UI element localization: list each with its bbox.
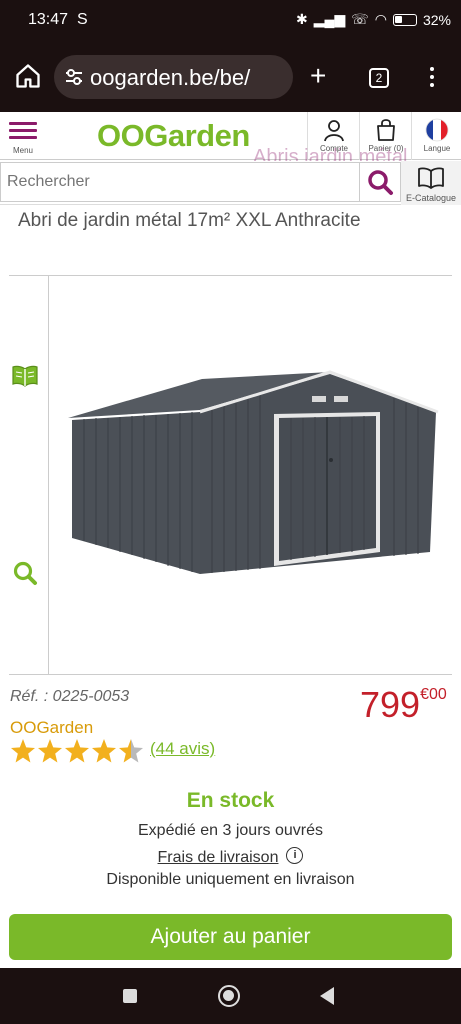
zoom-icon[interactable] xyxy=(12,560,38,586)
status-time: 13:47 xyxy=(28,11,69,28)
status-carrier: S xyxy=(77,11,88,28)
bluetooth-icon: ✱ xyxy=(296,11,308,27)
product-price: 799€00 xyxy=(360,684,447,726)
home-icon[interactable] xyxy=(14,62,42,90)
browser-toolbar: oogarden.be/be/ + 2 xyxy=(0,42,461,112)
product-brand[interactable]: OOGarden xyxy=(10,718,93,738)
catalogue-book-icon[interactable] xyxy=(10,364,40,388)
address-bar[interactable]: oogarden.be/be/ xyxy=(54,55,293,99)
french-flag-icon xyxy=(425,118,449,142)
image-side-tools xyxy=(9,276,49,674)
bag-icon xyxy=(377,119,395,141)
star-icon xyxy=(11,739,143,763)
search-button[interactable] xyxy=(359,162,401,202)
search-input[interactable] xyxy=(0,162,359,202)
battery-percent: 32% xyxy=(422,11,451,28)
browser-menu-icon[interactable] xyxy=(428,67,436,89)
add-to-cart-button[interactable]: Ajouter au panier xyxy=(9,914,452,960)
product-image[interactable] xyxy=(50,276,452,674)
wifi-icon: ◠ xyxy=(374,11,387,27)
site-settings-icon[interactable] xyxy=(64,67,84,87)
ecatalogue-label: E-Catalogue xyxy=(405,193,457,203)
shipping-delay: Expédié en 3 jours ouvrés xyxy=(138,822,323,839)
product-title: Abri de jardin métal 17m² XXL Anthracite xyxy=(18,210,361,231)
ecatalogue-button[interactable]: E-Catalogue xyxy=(401,161,461,205)
site-logo[interactable]: OOGarden xyxy=(97,118,250,154)
url-text[interactable]: oogarden.be/be/ xyxy=(90,65,250,91)
stock-status: En stock xyxy=(186,789,275,812)
menu-label: Menu xyxy=(12,146,33,155)
system-nav-bar xyxy=(0,968,461,1024)
sticky-title-behind: Abris jardin métal xyxy=(253,146,408,162)
delivery-fees-row: Frais de livraison i xyxy=(0,847,461,867)
rating-stars[interactable] xyxy=(10,737,146,765)
info-icon[interactable]: i xyxy=(286,847,304,865)
open-book-icon xyxy=(418,167,444,189)
search-icon xyxy=(368,170,393,195)
reviews-link[interactable]: (44 avis) xyxy=(150,739,215,759)
home-circle-icon[interactable] xyxy=(218,985,240,1007)
search-row: E-Catalogue xyxy=(0,161,461,205)
menu-button[interactable]: Menu xyxy=(0,112,46,160)
divider xyxy=(9,674,452,675)
price-cents: €00 xyxy=(420,686,447,703)
tab-switcher-button[interactable]: 2 xyxy=(369,68,389,88)
wifi-call-icon: ☏ xyxy=(351,11,369,27)
user-icon xyxy=(324,120,344,142)
status-bar: 13:47 S ✱ ▂▄▆ ☏ ◠ 32% xyxy=(0,0,461,42)
new-tab-icon[interactable]: + xyxy=(310,62,326,90)
signal-icon: ▂▄▆ xyxy=(313,11,346,27)
price-main: 799 xyxy=(360,684,421,725)
product-reference: Réf. : 0225-0053 xyxy=(10,688,130,705)
delivery-fees-link[interactable]: Frais de livraison xyxy=(158,849,279,866)
availability-note: Disponible uniquement en livraison xyxy=(106,871,355,888)
hamburger-icon xyxy=(9,122,37,143)
status-icons: ✱ ▂▄▆ ☏ ◠ 32% xyxy=(296,11,451,28)
recents-icon[interactable] xyxy=(123,989,137,1003)
back-icon[interactable] xyxy=(320,987,334,1005)
battery-icon xyxy=(392,13,417,26)
